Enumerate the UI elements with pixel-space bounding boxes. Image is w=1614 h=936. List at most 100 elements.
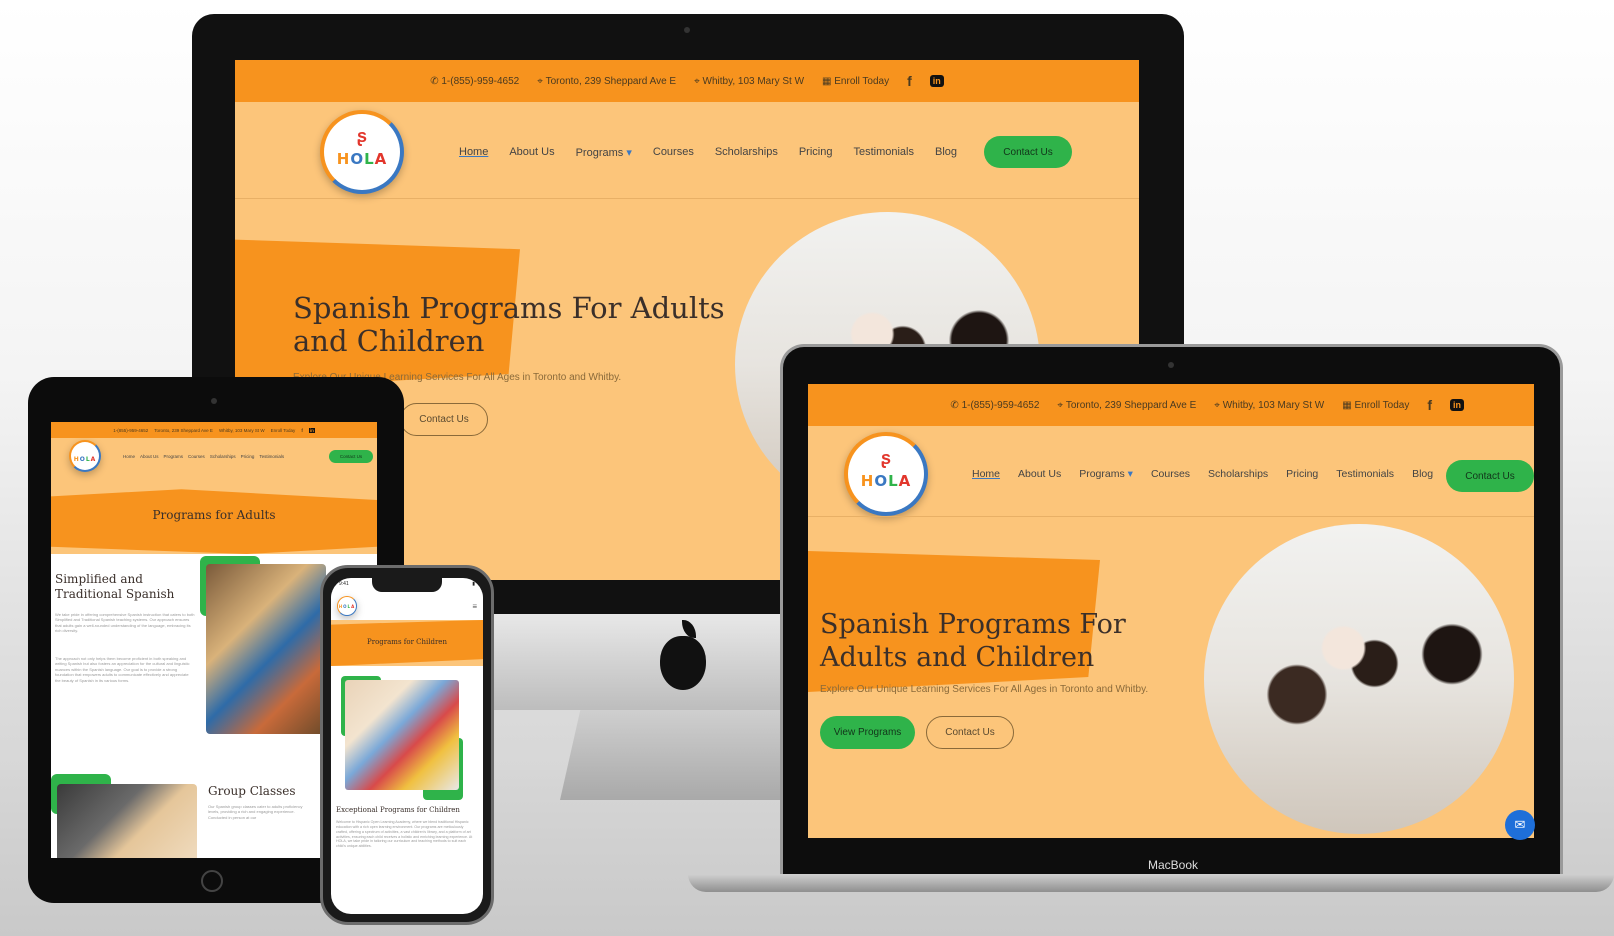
nav-scholarships[interactable]: Scholarships <box>715 146 778 158</box>
location-pin-icon: ⌖ <box>1214 399 1223 411</box>
nav-contact-button[interactable]: Contact Us <box>984 136 1073 168</box>
logo-text: HOLA <box>336 150 388 168</box>
topbar-enroll[interactable]: ▦ Enroll Today <box>1342 400 1409 411</box>
nav-courses[interactable]: Courses <box>653 146 694 158</box>
nav-home[interactable]: Home <box>972 468 1000 480</box>
nav-testimonials[interactable]: Testimonials <box>259 454 284 459</box>
nav-programs[interactable]: Programs ▾ <box>1079 468 1133 480</box>
nav-pricing[interactable]: Pricing <box>241 454 255 459</box>
mobile-header: HOLA ≡ <box>331 592 483 620</box>
mobile-title-band: Programs for Children <box>331 620 483 666</box>
linkedin-icon[interactable]: in <box>929 75 944 87</box>
ipad-camera <box>211 398 217 404</box>
nav-testimonials[interactable]: Testimonials <box>1336 468 1394 480</box>
apple-logo-icon <box>660 636 706 690</box>
nav-scholarships[interactable]: Scholarships <box>210 454 236 459</box>
chat-icon[interactable]: ✉ <box>1505 810 1535 840</box>
macbook-camera <box>1168 362 1174 368</box>
nav-about-us[interactable]: About Us <box>509 146 554 158</box>
nav-testimonials[interactable]: Testimonials <box>853 146 914 158</box>
linkedin-icon[interactable]: in <box>308 427 315 433</box>
logo-mark-icon: ʂ <box>880 448 891 468</box>
macbook-base <box>688 874 1614 892</box>
macbook-website: ✆ 1-(855)-959-4652 ⌖ Toronto, 239 Sheppa… <box>808 384 1534 838</box>
hero-photo <box>1204 524 1514 834</box>
topbar-location-toronto[interactable]: ⌖ Toronto, 239 Sheppard Ave E <box>537 76 676 87</box>
location-pin-icon: ⌖ <box>1057 399 1066 411</box>
section-simplified-paragraph-2: The approach not only helps them become … <box>55 656 190 683</box>
imac-camera <box>684 27 690 33</box>
iphone-website: 9:41 ▮ HOLA ≡ Programs for Children Exce… <box>331 578 483 914</box>
topbar-location-toronto[interactable]: Toronto, 239 Sheppard Ave E <box>154 428 213 433</box>
location-pin-icon: ⌖ <box>694 75 703 87</box>
nav-menu: Home About Us Programs Courses Scholarsh… <box>123 454 284 459</box>
nav-blog[interactable]: Blog <box>935 146 957 158</box>
calendar-icon: ▦ <box>1342 399 1355 411</box>
section-group-title: Group Classes <box>208 784 296 798</box>
nav-contact-button[interactable]: Contact Us <box>1446 460 1534 492</box>
logo-text: HOLA <box>860 472 912 490</box>
phone-icon: ✆ <box>950 399 962 411</box>
child-play-image <box>345 680 459 790</box>
montessori-image <box>206 564 326 734</box>
chevron-down-icon: ▾ <box>1127 468 1133 480</box>
nav-blog[interactable]: Blog <box>1412 468 1433 480</box>
top-contact-bar: ✆ 1-(855)-959-4652 ⌖ Toronto, 239 Sheppa… <box>808 384 1534 426</box>
nav-about-us[interactable]: About Us <box>1018 468 1061 480</box>
hola-logo[interactable]: ʂ HOLA <box>844 432 928 516</box>
nav-programs[interactable]: Programs <box>164 454 184 459</box>
hola-logo[interactable]: HOLA <box>69 440 101 472</box>
topbar-enroll[interactable]: ▦ Enroll Today <box>822 76 889 87</box>
ipad-home-button[interactable] <box>201 870 223 892</box>
imac-stand <box>560 710 814 800</box>
topbar-location-whitby[interactable]: ⌖ Whitby, 103 Mary St W <box>1214 400 1324 411</box>
nav-divider <box>235 198 1139 199</box>
nav-courses[interactable]: Courses <box>1151 468 1190 480</box>
nav-home[interactable]: Home <box>123 454 135 459</box>
topbar-phone[interactable]: ✆ 1-(855)-959-4652 <box>430 76 519 87</box>
location-pin-icon: ⌖ <box>537 75 546 87</box>
nav-pricing[interactable]: Pricing <box>1286 468 1318 480</box>
nav-menu: Home About Us Programs ▾ Courses Scholar… <box>972 468 1433 480</box>
nav-pricing[interactable]: Pricing <box>799 146 833 158</box>
topbar-location-toronto[interactable]: ⌖ Toronto, 239 Sheppard Ave E <box>1057 400 1196 411</box>
nav-scholarships[interactable]: Scholarships <box>1208 468 1268 480</box>
nav-home[interactable]: Home <box>459 146 488 158</box>
topbar-enroll[interactable]: Enroll Today <box>271 428 296 433</box>
hola-logo[interactable]: ʂ HOLA <box>320 110 404 194</box>
hamburger-menu-icon[interactable]: ≡ <box>472 602 477 611</box>
facebook-icon[interactable]: f <box>907 73 912 89</box>
hero-view-programs-button[interactable]: View Programs <box>820 716 915 749</box>
topbar-location-whitby[interactable]: Whitby, 103 Mary St W <box>219 428 265 433</box>
macbook-label: MacBook <box>1148 858 1199 872</box>
top-contact-bar: 1-(855)-959-4652 Toronto, 239 Sheppard A… <box>51 422 377 438</box>
calendar-icon: ▦ <box>822 75 835 87</box>
hola-logo[interactable]: HOLA <box>337 596 357 616</box>
topbar-phone[interactable]: ✆ 1-(855)-959-4652 <box>950 400 1039 411</box>
logo-mark-icon: ʂ <box>356 126 367 146</box>
facebook-icon[interactable]: f <box>301 428 303 433</box>
ipad-header: HOLA Home About Us Programs Courses Scho… <box>51 438 377 554</box>
group-class-image <box>57 784 197 858</box>
section-group-paragraph: Our Spanish group classes cater to adult… <box>208 804 303 820</box>
nav-divider <box>808 516 1534 517</box>
facebook-icon[interactable]: f <box>1427 397 1432 413</box>
section-simplified-title: Simplified and Traditional Spanish <box>55 572 175 601</box>
topbar-phone[interactable]: 1-(855)-959-4652 <box>113 428 148 433</box>
hero-contact-button[interactable]: Contact Us <box>926 716 1014 749</box>
hero-contact-button[interactable]: Contact Us <box>400 403 488 436</box>
linkedin-icon[interactable]: in <box>1450 399 1464 411</box>
phone-icon: ✆ <box>430 75 442 87</box>
nav-programs[interactable]: Programs ▾ <box>576 146 632 159</box>
main-nav: ʂ HOLA Home About Us Programs ▾ Courses … <box>808 426 1534 522</box>
logo-text: HOLA <box>338 603 356 609</box>
main-nav: HOLA Home About Us Programs Courses Scho… <box>51 438 377 474</box>
page-title: Programs for Children <box>367 638 447 646</box>
nav-menu: Home About Us Programs ▾ Courses Scholar… <box>459 146 957 159</box>
topbar-location-whitby[interactable]: ⌖ Whitby, 103 Mary St W <box>694 76 804 87</box>
nav-courses[interactable]: Courses <box>188 454 205 459</box>
nav-contact-button[interactable]: Contact Us <box>329 450 373 463</box>
nav-about-us[interactable]: About Us <box>140 454 159 459</box>
iphone-notch <box>372 578 442 592</box>
hero-title: Spanish Programs For Adults and Children <box>820 609 1126 673</box>
